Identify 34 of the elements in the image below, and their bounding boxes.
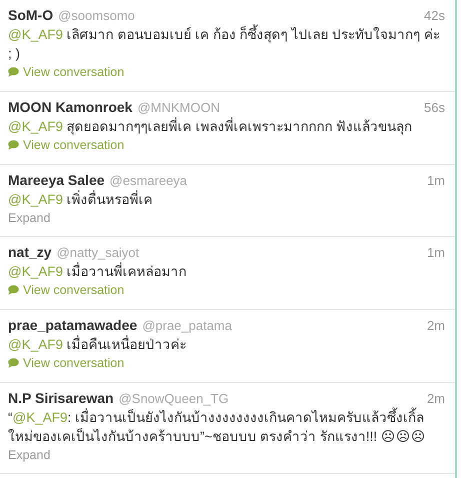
user-name[interactable]: prae_patamawadee — [8, 317, 138, 333]
speech-bubble-icon — [8, 140, 19, 150]
tweet-text: @K_AF9 เลิศมาก ตอนบอมเบย์ เค ก้อง ก็ซึ้งสุดๆ ไปเลย ประทับใจมากๆ ค่ะ ; ) — [8, 27, 440, 61]
user-name[interactable]: nat_zy — [8, 244, 52, 260]
tweet-text: @K_AF9 สุดยอดมากๆๆเลยพี่เค เพลงพี่เคเพราะมากกกก ฟังแล้วขนลุก — [8, 119, 412, 134]
tweet-text: @K_AF9 เพิ่งตื่นหรอพี่เค — [8, 192, 153, 207]
timestamp[interactable]: 2m — [426, 391, 445, 406]
user-name[interactable]: Mareeya Salee — [8, 172, 105, 188]
user-handle[interactable]: @SnowQueen_TG — [118, 391, 229, 406]
user-handle[interactable]: @soomsomo — [58, 8, 135, 23]
user-name[interactable]: N.P Sirisarewan — [8, 390, 114, 406]
tweet-text: “@K_AF9: เมื่อวานเป็นยังไงกันบ้างงงงงงงงเกินคาดไหมครับแล้วซึ้งเกิ้ลใหม่ของเคเป็นไงกันบ้างคร้าบบบ”~ชอบบบ ตรงคำว่า รักแรงา!!! ☹☹☹ — [8, 410, 426, 444]
timestamp[interactable]: 2m — [426, 318, 445, 333]
view-conversation-link[interactable]: View conversation — [8, 138, 124, 152]
user-name[interactable]: SoM-O — [8, 7, 54, 23]
timestamp[interactable]: 1m — [426, 173, 445, 188]
tweet-text: @K_AF9 เมื่อคืนเหนื่อยป่าวค่ะ — [8, 337, 187, 352]
tweet-text: @K_AF9 เมื่อวานพี่เคหล่อมาก — [8, 264, 187, 279]
view-conversation-link[interactable]: View conversation — [8, 356, 124, 370]
user-name[interactable]: MOON Kamonroek — [8, 99, 132, 115]
expand-link[interactable]: Expand — [8, 448, 50, 462]
timestamp[interactable]: 56s — [424, 100, 445, 115]
view-conversation-link[interactable]: View conversation — [8, 283, 124, 297]
expand-link[interactable]: Expand — [8, 211, 50, 225]
user-handle[interactable]: @MNKMOON — [137, 100, 220, 115]
speech-bubble-icon — [8, 67, 19, 77]
timestamp[interactable]: 42s — [424, 8, 445, 23]
speech-bubble-icon — [8, 358, 19, 368]
user-handle[interactable]: @prae_patama — [142, 318, 232, 333]
timestamp[interactable]: 1m — [426, 245, 445, 260]
user-handle[interactable]: @esmareeya — [110, 173, 188, 188]
user-handle[interactable]: @natty_saiyot — [56, 245, 140, 260]
view-conversation-link[interactable]: View conversation — [8, 65, 124, 79]
speech-bubble-icon — [8, 285, 19, 295]
